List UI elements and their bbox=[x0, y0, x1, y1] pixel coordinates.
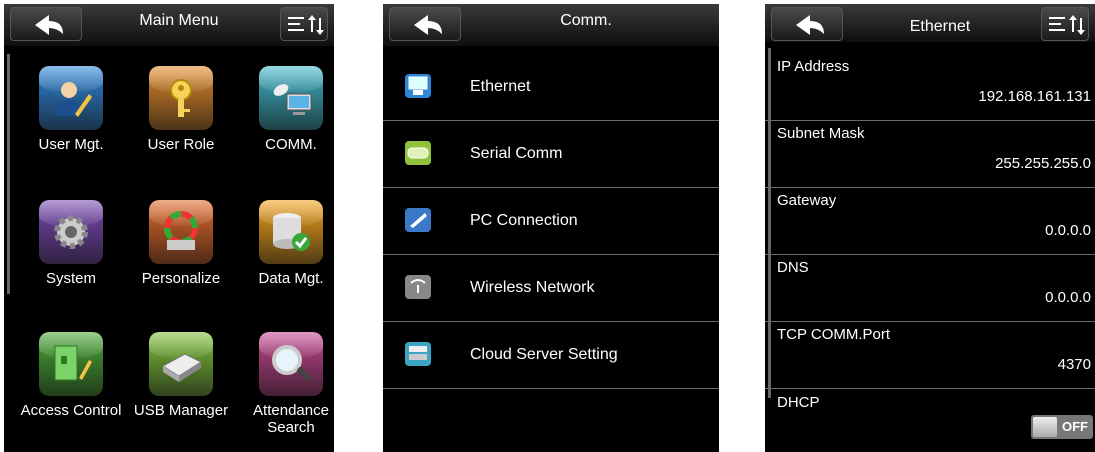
page-title: Main Menu bbox=[139, 12, 219, 29]
setting-name: DNS bbox=[777, 259, 809, 276]
setting-name: IP Address bbox=[777, 58, 850, 75]
toggle-state: OFF bbox=[1062, 419, 1088, 434]
menu-tile-label: USB Manager bbox=[133, 402, 229, 419]
pc-connection-icon bbox=[405, 208, 431, 232]
setting-value: 255.255.255.0 bbox=[995, 155, 1091, 172]
back-arrow-icon bbox=[414, 15, 442, 35]
comm-item-cloud-server-setting[interactable]: Cloud Server Setting bbox=[383, 322, 719, 389]
menu-tile-access-control[interactable]: Access Control bbox=[16, 332, 126, 419]
comm-item-label: Serial Comm bbox=[470, 145, 563, 162]
comm-icon bbox=[259, 66, 323, 130]
cloud-server-icon bbox=[405, 342, 431, 366]
database-icon bbox=[259, 200, 323, 264]
page-title: Ethernet bbox=[909, 18, 971, 35]
setting-value: 4370 bbox=[1057, 356, 1091, 373]
menu-tile-usb-manager[interactable]: USB Manager bbox=[126, 332, 236, 419]
user-mgt-icon bbox=[39, 66, 103, 130]
ethernet-screen: Ethernet IP Address 192.168.161.131 Subnet… bbox=[765, 4, 1095, 452]
back-arrow-icon bbox=[35, 15, 63, 35]
menu-tile-personalize[interactable]: Personalize bbox=[126, 200, 236, 287]
setting-value: 0.0.0.0 bbox=[1045, 222, 1091, 239]
menu-tile-attendance-search[interactable]: Attendance Search bbox=[236, 332, 334, 436]
setting-value: 0.0.0.0 bbox=[1045, 289, 1091, 306]
wireless-icon bbox=[405, 275, 431, 299]
menu-tile-system[interactable]: System bbox=[16, 200, 126, 287]
comm-item-label: PC Connection bbox=[470, 212, 578, 229]
comm-item-wireless-network[interactable]: Wireless Network bbox=[383, 255, 719, 322]
gear-icon bbox=[39, 200, 103, 264]
menu-tile-comm[interactable]: COMM. bbox=[236, 66, 334, 153]
magnifier-icon bbox=[259, 332, 323, 396]
setting-tcp-comm-port[interactable]: TCP COMM.Port 4370 bbox=[765, 322, 1095, 389]
setting-name: TCP COMM.Port bbox=[777, 326, 891, 343]
back-button[interactable] bbox=[771, 7, 843, 41]
setting-subnet-mask[interactable]: Subnet Mask 255.255.255.0 bbox=[765, 121, 1095, 188]
setting-value: 192.168.161.131 bbox=[978, 88, 1091, 105]
comm-item-label: Wireless Network bbox=[470, 279, 595, 296]
setting-name: Subnet Mask bbox=[777, 125, 865, 142]
comm-item-pc-connection[interactable]: PC Connection bbox=[383, 188, 719, 255]
comm-header: Comm. bbox=[383, 4, 719, 46]
menu-tile-label: Attendance Search bbox=[253, 402, 329, 436]
back-button[interactable] bbox=[389, 7, 461, 41]
serial-port-icon bbox=[405, 141, 431, 165]
sort-menu-button[interactable] bbox=[280, 7, 328, 41]
door-icon bbox=[39, 332, 103, 396]
page-title: Comm. bbox=[560, 12, 612, 29]
usb-drive-icon bbox=[149, 332, 213, 396]
back-arrow-icon bbox=[796, 15, 824, 35]
sort-menu-button[interactable] bbox=[1041, 7, 1089, 41]
setting-dns[interactable]: DNS 0.0.0.0 bbox=[765, 255, 1095, 322]
menu-tile-label: Access Control bbox=[20, 402, 122, 419]
comm-item-serial-comm[interactable]: Serial Comm bbox=[383, 121, 719, 188]
comm-item-label: Ethernet bbox=[470, 78, 531, 95]
scrollbar[interactable] bbox=[7, 54, 10, 294]
toggle-knob bbox=[1033, 417, 1057, 437]
menu-tile-label: COMM. bbox=[265, 136, 317, 153]
menu-tile-label: User Mgt. bbox=[38, 136, 104, 153]
menu-tile-user-role[interactable]: User Role bbox=[126, 66, 236, 153]
ethernet-icon bbox=[405, 74, 431, 98]
comm-screen: Comm. Ethernet Serial Comm PC Connection Wi… bbox=[383, 4, 719, 452]
main-menu-screen: Main Menu User Mgt. User Role COMM. System P… bbox=[4, 4, 334, 452]
main-menu-header: Main Menu bbox=[4, 4, 334, 46]
setting-ip-address[interactable]: IP Address 192.168.161.131 bbox=[765, 54, 1095, 121]
comm-item-ethernet[interactable]: Ethernet bbox=[383, 54, 719, 121]
menu-tile-user-mgt[interactable]: User Mgt. bbox=[16, 66, 126, 153]
comm-item-label: Cloud Server Setting bbox=[470, 346, 618, 363]
menu-tile-label: Personalize bbox=[141, 270, 221, 287]
list-sort-icon bbox=[288, 15, 324, 35]
menu-tile-label: User Role bbox=[147, 136, 215, 153]
menu-tile-label: Data Mgt. bbox=[258, 270, 324, 287]
menu-tile-data-mgt[interactable]: Data Mgt. bbox=[236, 200, 334, 287]
color-wheel-icon bbox=[149, 200, 213, 264]
setting-name: DHCP bbox=[777, 394, 820, 411]
dhcp-toggle[interactable]: OFF bbox=[1031, 415, 1093, 439]
key-icon bbox=[149, 66, 213, 130]
setting-name: Gateway bbox=[777, 192, 837, 209]
list-sort-icon bbox=[1049, 15, 1085, 35]
back-button[interactable] bbox=[10, 7, 82, 41]
dhcp-setting[interactable]: DHCP OFF bbox=[765, 390, 1095, 452]
ethernet-header: Ethernet bbox=[765, 4, 1095, 42]
menu-tile-label: System bbox=[45, 270, 96, 287]
setting-gateway[interactable]: Gateway 0.0.0.0 bbox=[765, 188, 1095, 255]
